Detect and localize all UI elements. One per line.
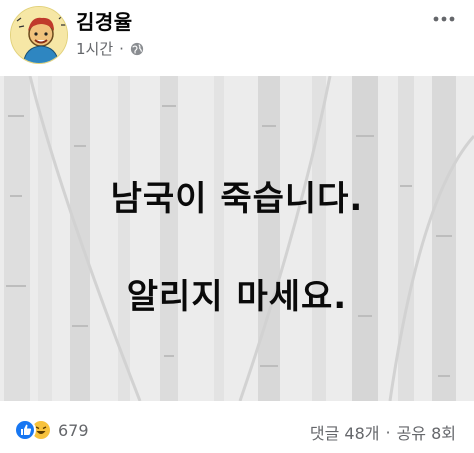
globe-icon xyxy=(130,42,144,55)
post-meta: 1시간 · xyxy=(76,38,144,59)
post-time[interactable]: 1시간 xyxy=(76,38,113,59)
avatar[interactable] xyxy=(10,6,68,64)
share-count-link[interactable]: 공유 8회 xyxy=(397,420,456,444)
reaction-count: 679 xyxy=(58,420,89,440)
comment-count-link[interactable]: 댓글 48개 xyxy=(310,420,380,444)
more-horizontal-icon[interactable] xyxy=(432,14,456,24)
post-footer: 679 댓글 48개 · 공유 8회 xyxy=(0,401,474,453)
reaction-summary[interactable]: 679 xyxy=(14,419,89,441)
post-image[interactable]: 남국이 죽습니다. 알리지 마세요. xyxy=(0,76,474,401)
birch-forest-background xyxy=(0,76,474,401)
stats-separator: · xyxy=(385,422,391,442)
image-text-line2: 알리지 마세요. xyxy=(126,277,348,317)
author-name[interactable]: 김경율 xyxy=(76,6,133,35)
like-icon xyxy=(14,419,36,441)
post-stats: 댓글 48개 · 공유 8회 xyxy=(310,420,456,444)
avatar-illustration xyxy=(11,7,67,63)
meta-separator: · xyxy=(119,39,124,58)
image-text-line1: 남국이 죽습니다. xyxy=(110,179,364,219)
post-header: 김경율 1시간 · xyxy=(0,0,474,74)
